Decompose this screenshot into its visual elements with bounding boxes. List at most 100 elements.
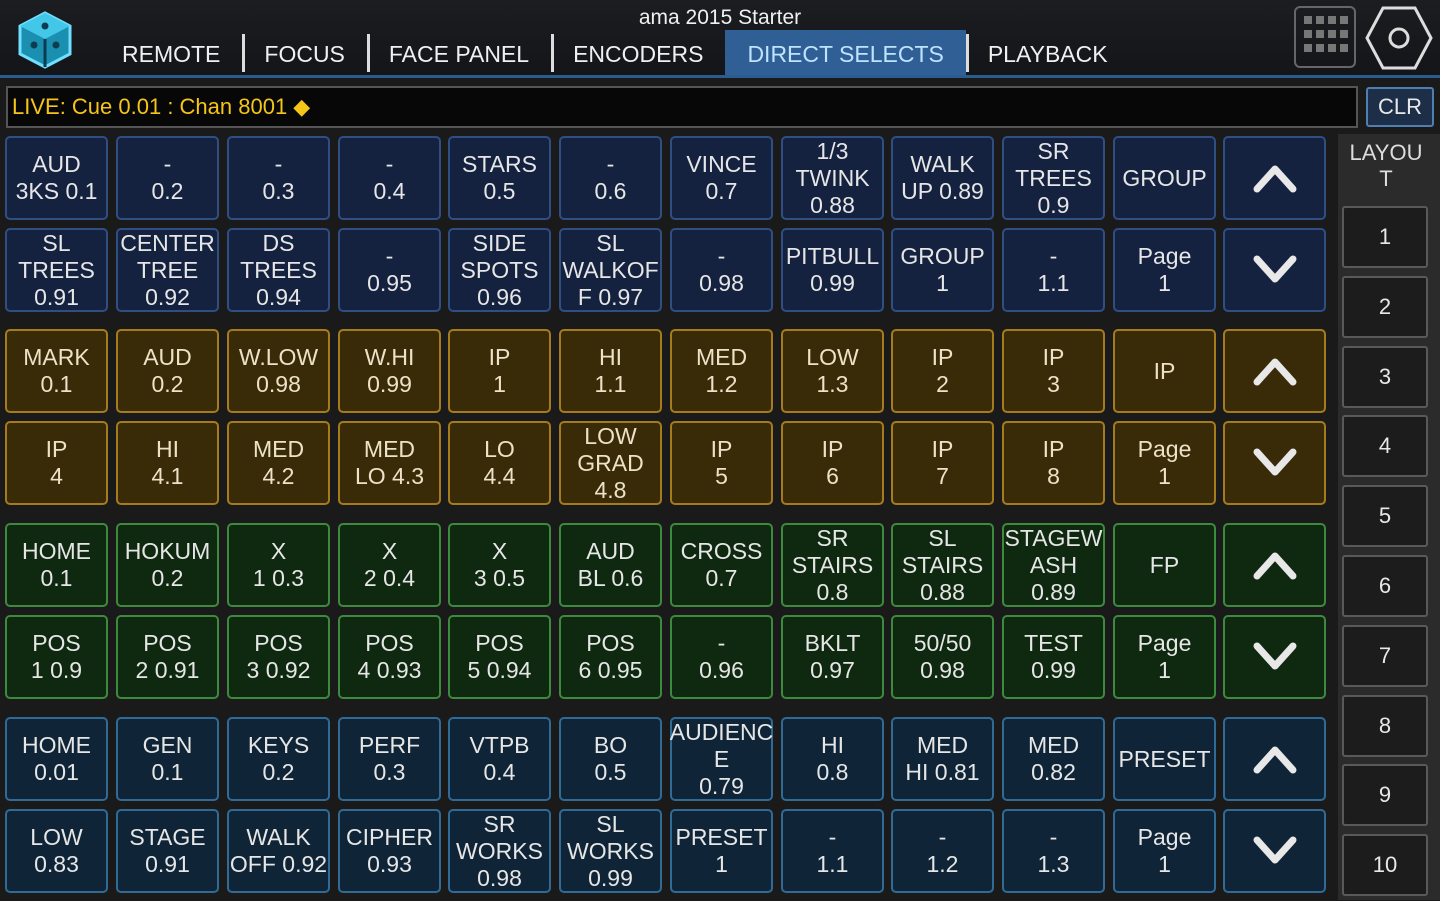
direct-select-button[interactable]: MED LO 4.3 [338, 421, 441, 505]
direct-select-button[interactable]: POS 1 0.9 [5, 615, 108, 699]
tab-playback[interactable]: PLAYBACK [965, 30, 1130, 75]
grid-menu-button[interactable] [1294, 6, 1356, 68]
hexagon-settings-icon[interactable] [1364, 4, 1434, 72]
direct-select-button[interactable]: SL WALKOF F 0.97 [559, 228, 662, 312]
direct-select-button[interactable]: 1/3 TWINK 0.88 [781, 136, 884, 220]
tab-direct-selects[interactable]: DIRECT SELECTS [725, 30, 966, 75]
direct-select-button[interactable]: BO 0.5 [559, 717, 662, 801]
direct-select-button[interactable]: IP 6 [781, 421, 884, 505]
command-line[interactable]: LIVE: Cue 0.01 : Chan 8001 ◆ [6, 86, 1358, 128]
direct-select-button[interactable]: PITBULL 0.99 [781, 228, 884, 312]
clear-button[interactable]: CLR [1366, 87, 1434, 127]
tab-face-panel[interactable]: FACE PANEL [366, 30, 551, 75]
page-down-button[interactable] [1223, 421, 1326, 505]
direct-select-button[interactable]: WALK UP 0.89 [891, 136, 994, 220]
direct-select-button[interactable]: STAGE 0.91 [116, 809, 219, 893]
direct-select-button[interactable]: IP 4 [5, 421, 108, 505]
layout-button-7[interactable]: 7 [1342, 624, 1428, 687]
direct-select-button[interactable]: SR STAIRS 0.8 [781, 523, 884, 607]
direct-select-button[interactable]: - 0.3 [227, 136, 330, 220]
direct-select-button[interactable]: POS 4 0.93 [338, 615, 441, 699]
direct-select-button[interactable]: HI 0.8 [781, 717, 884, 801]
direct-select-button[interactable]: Page 1 [1113, 228, 1216, 312]
direct-select-button[interactable]: SL WORKS 0.99 [559, 809, 662, 893]
direct-select-button[interactable]: DS TREES 0.94 [227, 228, 330, 312]
page-up-button[interactable] [1223, 717, 1326, 801]
direct-select-button[interactable]: - 1.3 [1002, 809, 1105, 893]
direct-select-button[interactable]: - 0.4 [338, 136, 441, 220]
direct-select-button[interactable]: SL TREES 0.91 [5, 228, 108, 312]
direct-select-button[interactable]: BKLT 0.97 [781, 615, 884, 699]
direct-select-button[interactable]: - 0.96 [670, 615, 773, 699]
page-down-button[interactable] [1223, 228, 1326, 312]
direct-select-button[interactable]: POS 2 0.91 [116, 615, 219, 699]
tab-focus[interactable]: FOCUS [242, 30, 367, 75]
direct-select-button[interactable]: IP 7 [891, 421, 994, 505]
direct-select-button[interactable]: HOME 0.01 [5, 717, 108, 801]
layout-button-5[interactable]: 5 [1342, 485, 1428, 548]
direct-select-button[interactable]: - 0.6 [559, 136, 662, 220]
direct-select-button[interactable]: IP 3 [1002, 329, 1105, 413]
layout-button-8[interactable]: 8 [1342, 694, 1428, 757]
direct-select-button[interactable]: - 1.1 [1002, 228, 1105, 312]
page-down-button[interactable] [1223, 809, 1326, 893]
direct-select-button[interactable]: IP 2 [891, 329, 994, 413]
direct-select-button[interactable]: PRESET [1113, 717, 1216, 801]
direct-select-button[interactable]: LOW 1.3 [781, 329, 884, 413]
layout-button-2[interactable]: 2 [1342, 275, 1428, 338]
direct-select-button[interactable]: MED 4.2 [227, 421, 330, 505]
direct-select-button[interactable]: MED 0.82 [1002, 717, 1105, 801]
layout-button-6[interactable]: 6 [1342, 555, 1428, 617]
direct-select-button[interactable]: SR WORKS 0.98 [448, 809, 551, 893]
direct-select-button[interactable]: HOKUM 0.2 [116, 523, 219, 607]
direct-select-button[interactable]: - 0.2 [116, 136, 219, 220]
direct-select-button[interactable]: GROUP 1 [891, 228, 994, 312]
direct-select-button[interactable]: W.HI 0.99 [338, 329, 441, 413]
direct-select-button[interactable]: W.LOW 0.98 [227, 329, 330, 413]
direct-select-button[interactable]: SR TREES 0.9 [1002, 136, 1105, 220]
direct-select-button[interactable]: - 1.1 [781, 809, 884, 893]
direct-select-button[interactable]: AUDIENC E 0.79 [670, 717, 773, 801]
page-up-button[interactable] [1223, 329, 1326, 413]
direct-select-button[interactable]: CENTER TREE 0.92 [116, 228, 219, 312]
direct-select-button[interactable]: - 1.2 [891, 809, 994, 893]
direct-select-button[interactable]: PERF 0.3 [338, 717, 441, 801]
direct-select-button[interactable]: LOW GRAD 4.8 [559, 421, 662, 505]
direct-select-button[interactable]: SIDE SPOTS 0.96 [448, 228, 551, 312]
direct-select-button[interactable]: WALK OFF 0.92 [227, 809, 330, 893]
direct-select-button[interactable]: AUD 3KS 0.1 [5, 136, 108, 220]
direct-select-button[interactable]: Page 1 [1113, 809, 1216, 893]
direct-select-button[interactable]: STARS 0.5 [448, 136, 551, 220]
direct-select-button[interactable]: FP [1113, 523, 1216, 607]
direct-select-button[interactable]: Page 1 [1113, 421, 1216, 505]
direct-select-button[interactable]: IP 8 [1002, 421, 1105, 505]
direct-select-button[interactable]: CROSS 0.7 [670, 523, 773, 607]
direct-select-button[interactable]: AUD 0.2 [116, 329, 219, 413]
direct-select-button[interactable]: HOME 0.1 [5, 523, 108, 607]
tab-remote[interactable]: REMOTE [100, 30, 242, 75]
layout-button-3[interactable]: 3 [1342, 345, 1428, 408]
tab-encoders[interactable]: ENCODERS [551, 30, 725, 75]
direct-select-button[interactable]: X 2 0.4 [338, 523, 441, 607]
direct-select-button[interactable]: IP 5 [670, 421, 773, 505]
direct-select-button[interactable]: HI 4.1 [116, 421, 219, 505]
direct-select-button[interactable]: LOW 0.83 [5, 809, 108, 893]
direct-select-button[interactable]: LO 4.4 [448, 421, 551, 505]
direct-select-button[interactable]: POS 3 0.92 [227, 615, 330, 699]
direct-select-button[interactable]: SL STAIRS 0.88 [891, 523, 994, 607]
direct-select-button[interactable]: VINCE 0.7 [670, 136, 773, 220]
direct-select-button[interactable]: IP 1 [448, 329, 551, 413]
direct-select-button[interactable]: CIPHER 0.93 [338, 809, 441, 893]
direct-select-button[interactable]: POS 6 0.95 [559, 615, 662, 699]
page-up-button[interactable] [1223, 136, 1326, 220]
direct-select-button[interactable]: KEYS 0.2 [227, 717, 330, 801]
direct-select-button[interactable]: MED 1.2 [670, 329, 773, 413]
direct-select-button[interactable]: X 1 0.3 [227, 523, 330, 607]
direct-select-button[interactable]: TEST 0.99 [1002, 615, 1105, 699]
direct-select-button[interactable]: HI 1.1 [559, 329, 662, 413]
direct-select-button[interactable]: MED HI 0.81 [891, 717, 994, 801]
direct-select-button[interactable]: - 0.98 [670, 228, 773, 312]
direct-select-button[interactable]: POS 5 0.94 [448, 615, 551, 699]
direct-select-button[interactable]: GROUP [1113, 136, 1216, 220]
page-up-button[interactable] [1223, 523, 1326, 607]
